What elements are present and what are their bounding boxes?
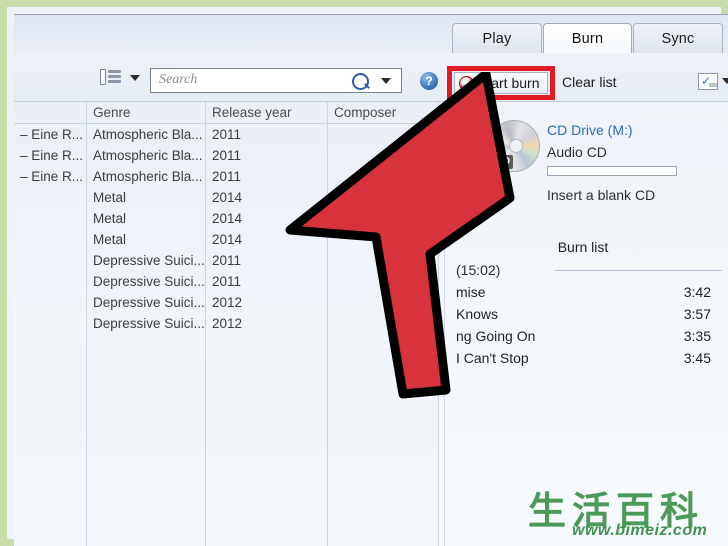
disc-capacity-bar [547,166,677,176]
cd-disc-hole [509,139,523,153]
cell-genre: Depressive Suici... [93,253,205,268]
column-header-release-year[interactable]: Release year [212,105,292,120]
cell-title: – Eine R... [20,127,84,142]
table-row[interactable]: Depressive Suici... 2011 [14,273,437,294]
cell-year: 2014 [212,211,243,226]
layout-bar [709,83,717,87]
burn-disc-icon [459,76,474,91]
cell-genre: Atmospheric Bla... [93,169,203,184]
search-icon[interactable] [352,73,369,90]
tab-sync-label: Sync [661,31,695,47]
track-name: mise [456,284,486,300]
list-item[interactable]: mise 3:42 [438,284,728,305]
column-header-genre[interactable]: Genre [93,105,131,120]
drive-name[interactable]: CD Drive (M:) [547,122,633,138]
start-burn-button[interactable]: Start burn [454,72,548,94]
table-row[interactable]: Depressive Suici... 2011 [14,252,437,273]
tab-play[interactable]: Play [452,23,542,54]
table-row[interactable]: – Eine R... Atmospheric Bla... 2011 [14,168,437,189]
chevron-down-icon-search[interactable] [381,78,391,84]
column-header-composer[interactable]: Composer [334,105,396,120]
cell-title: – Eine R... [20,148,84,163]
burn-list-title: Burn list [557,239,609,255]
tab-burn[interactable]: Burn [543,23,632,54]
tab-play-label: Play [482,31,512,47]
list-view-icon[interactable] [100,67,122,85]
tab-strip: Play Burn Sync [14,14,728,54]
layout-options-icon[interactable]: ✓ [698,73,718,90]
cd-disc-badge: DVD [486,155,514,169]
cell-year: 2014 [212,190,243,205]
help-label: ? [425,74,433,88]
chevron-down-icon-view[interactable] [130,75,140,81]
table-row[interactable]: Depressive Suici... 2012 [14,294,437,315]
cell-year: 2011 [212,148,242,163]
tab-burn-label: Burn [571,31,604,47]
cell-genre: Atmospheric Bla... [93,148,203,163]
cell-year: 2014 [212,232,243,247]
track-time: 3:42 [683,284,711,300]
search-placeholder: Search [159,72,198,87]
cell-genre: Metal [93,232,127,247]
cell-genre: Metal [93,211,127,226]
green-frame-border: Play Burn Sync Search ? Start burn Clear… [0,0,728,546]
table-row[interactable]: – Eine R... Atmospheric Bla... 2011 [14,126,437,147]
cell-year: 2011 [212,127,242,142]
tab-sync[interactable]: Sync [633,23,723,54]
table-row[interactable]: Metal 2014 [14,231,437,252]
library-list[interactable]: Genre Release year Composer – Eine R... … [14,102,437,546]
drive-status: Insert a blank CD [547,187,656,203]
start-burn-label: Start burn [478,75,540,91]
track-time: 3:35 [683,328,711,344]
screenshot-root: Play Burn Sync Search ? Start burn Clear… [0,0,728,546]
cell-year: 2011 [212,253,242,268]
table-row[interactable]: – Eine R... Atmospheric Bla... 2011 [14,147,437,168]
track-name: I Can't Stop [456,350,529,366]
clear-list-label: Clear list [562,74,617,90]
cell-title: – Eine R... [20,169,84,184]
cell-genre: Depressive Suici... [93,295,205,310]
table-row[interactable]: Metal 2014 [14,210,437,231]
cell-genre: Atmospheric Bla... [93,127,203,142]
search-input[interactable]: Search [150,68,402,93]
cell-year: 2011 [212,169,242,184]
drive-type: Audio CD [547,144,607,160]
table-row[interactable]: Depressive Suici... 2012 [14,315,437,336]
cell-genre: Depressive Suici... [93,316,205,331]
cd-disc-icon: DVD [486,120,542,176]
track-name: Knows [456,306,499,322]
list-item[interactable]: I Can't Stop 3:45 [438,350,728,371]
chevron-down-icon-layout[interactable] [722,78,728,84]
table-row[interactable]: Metal 2014 [14,189,437,210]
help-icon[interactable]: ? [420,72,438,90]
column-header-row: Genre Release year Composer [14,102,437,124]
track-name: ng Going On [456,328,536,344]
disc-header: (15:02) [456,262,501,278]
cell-year: 2012 [212,295,243,310]
cell-genre: Depressive Suici... [93,274,205,289]
cell-year: 2012 [212,316,243,331]
list-item[interactable]: Knows 3:57 [438,306,728,327]
track-time: 3:45 [683,350,711,366]
clear-list-button[interactable]: Clear list [562,74,616,90]
list-item[interactable]: ng Going On 3:35 [438,328,728,349]
track-time: 3:57 [683,306,711,322]
media-player-window: Play Burn Sync Search ? Start burn Clear… [14,14,728,546]
cell-genre: Metal [93,190,127,205]
cell-year: 2011 [212,274,242,289]
disc-header-separator [555,270,722,271]
